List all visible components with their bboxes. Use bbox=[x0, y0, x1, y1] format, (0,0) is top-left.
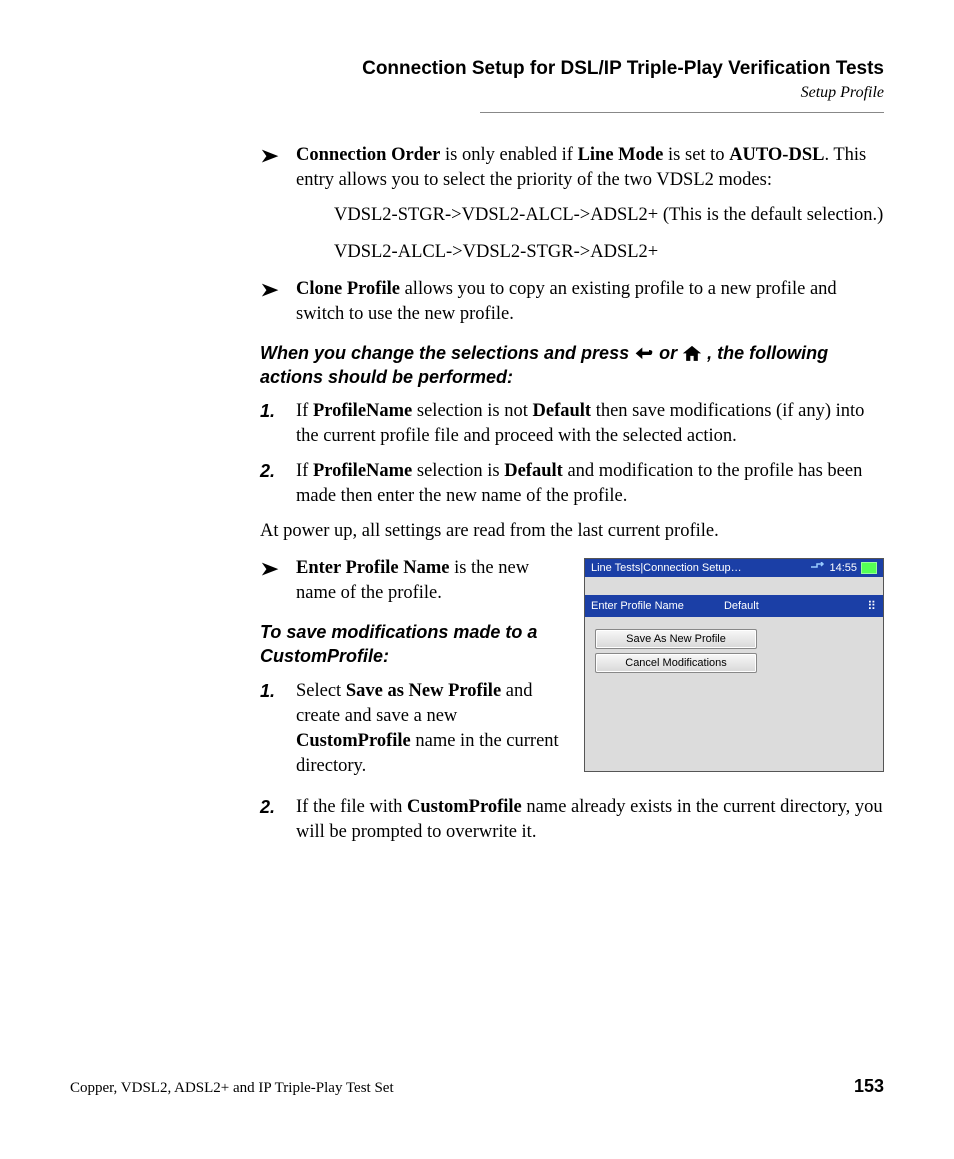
fig-selected-row[interactable]: Enter Profile Name Default ⠿ bbox=[585, 595, 883, 617]
power-up-note: At power up, all settings are read from … bbox=[260, 519, 884, 544]
bullet-enter-profile-name: Enter Profile Name is the new name of th… bbox=[260, 556, 560, 606]
step-text: If ProfileName selection is not Default … bbox=[296, 399, 884, 449]
bullet-connection-order: Connection Order is only enabled if Line… bbox=[260, 143, 884, 193]
step-number: 1. bbox=[260, 399, 282, 449]
option-2: VDSL2-ALCL->VDSL2-STGR->ADSL2+ bbox=[334, 240, 884, 265]
two-column-section: Enter Profile Name is the new name of th… bbox=[260, 556, 884, 788]
fig-breadcrumb: Line Tests|Connection Setup… bbox=[591, 563, 742, 574]
device-screenshot: Line Tests|Connection Setup… 14:55 Enter… bbox=[584, 558, 884, 772]
step-number: 2. bbox=[260, 795, 282, 845]
page-header: Connection Setup for DSL/IP Triple-Play … bbox=[70, 58, 884, 113]
home-icon bbox=[682, 344, 702, 362]
menu-dots-icon[interactable]: ⠿ bbox=[867, 600, 877, 612]
chapter-title: Connection Setup for DSL/IP Triple-Play … bbox=[70, 58, 884, 80]
step-1: 1. If ProfileName selection is not Defau… bbox=[260, 399, 884, 449]
page-number: 153 bbox=[854, 1076, 884, 1097]
page-footer: Copper, VDSL2, ADSL2+ and IP Triple-Play… bbox=[70, 1076, 884, 1097]
bullet-text: Enter Profile Name is the new name of th… bbox=[296, 556, 560, 606]
save-heading: To save modifications made to a CustomPr… bbox=[260, 620, 560, 669]
arrow-icon bbox=[260, 559, 282, 581]
step-text: If the file with CustomProfile name alre… bbox=[296, 795, 884, 845]
fig-time: 14:55 bbox=[829, 563, 857, 574]
option-1: VDSL2-STGR->VDSL2-ALCL->ADSL2+ (This is … bbox=[334, 203, 884, 228]
fig-row-value: Default bbox=[724, 601, 759, 612]
save-step-1: 1. Select Save as New Profile and create… bbox=[260, 679, 560, 779]
body-content: Connection Order is only enabled if Line… bbox=[260, 143, 884, 845]
step-number: 1. bbox=[260, 679, 282, 779]
step-text: If ProfileName selection is Default and … bbox=[296, 459, 884, 509]
bullet-text: Connection Order is only enabled if Line… bbox=[296, 143, 884, 193]
bullet-clone-profile: Clone Profile allows you to copy an exis… bbox=[260, 277, 884, 327]
footer-product: Copper, VDSL2, ADSL2+ and IP Triple-Play… bbox=[70, 1080, 394, 1097]
step-2: 2. If ProfileName selection is Default a… bbox=[260, 459, 884, 509]
save-step-2: 2. If the file with CustomProfile name a… bbox=[260, 795, 884, 845]
battery-icon bbox=[861, 562, 877, 574]
fig-buttons: Save As New Profile Cancel Modifications bbox=[585, 629, 883, 673]
fig-row-label: Enter Profile Name bbox=[591, 601, 684, 612]
left-column: Enter Profile Name is the new name of th… bbox=[260, 556, 560, 788]
step-text: Select Save as New Profile and create an… bbox=[296, 679, 560, 779]
save-as-new-profile-button[interactable]: Save As New Profile bbox=[595, 629, 757, 649]
action-heading: When you change the selections and press… bbox=[260, 341, 884, 390]
header-rule bbox=[480, 112, 884, 113]
back-arrow-icon bbox=[634, 344, 654, 362]
cancel-modifications-button[interactable]: Cancel Modifications bbox=[595, 653, 757, 673]
section-title: Setup Profile bbox=[70, 84, 884, 102]
arrow-icon bbox=[260, 280, 282, 302]
document-page: Connection Setup for DSL/IP Triple-Play … bbox=[0, 0, 954, 1159]
signal-icon bbox=[811, 562, 825, 575]
arrow-icon bbox=[260, 146, 282, 168]
step-number: 2. bbox=[260, 459, 282, 509]
fig-status: 14:55 bbox=[811, 562, 877, 575]
fig-titlebar: Line Tests|Connection Setup… 14:55 bbox=[585, 559, 883, 577]
bullet-text: Clone Profile allows you to copy an exis… bbox=[296, 277, 884, 327]
